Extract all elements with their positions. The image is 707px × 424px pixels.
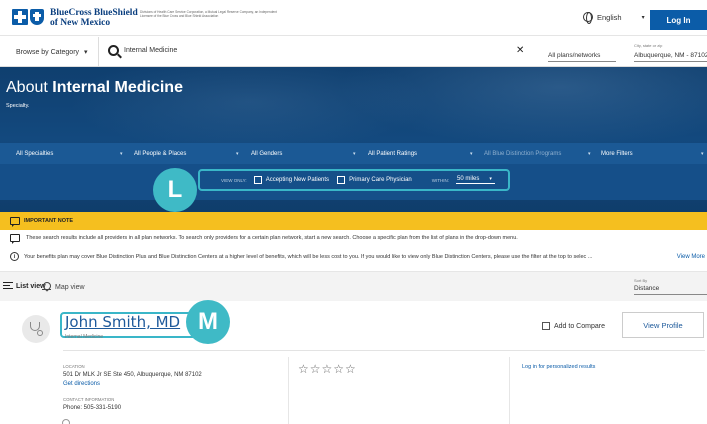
title-specialty: Internal Medicine (52, 79, 183, 96)
annotation-badge-m: M (186, 300, 230, 344)
filter-genders[interactable]: All Genders ▾ (251, 143, 363, 164)
chevron-down-icon: ▾ (84, 49, 88, 56)
partial-icon (62, 419, 70, 424)
important-note-bar: IMPORTANT NOTE (0, 212, 707, 230)
map-pin-icon (42, 282, 51, 292)
note-text-1: These search results include all provide… (26, 235, 518, 241)
brand-line-1: BlueCross BlueShield (50, 8, 138, 18)
filter-label: All Patient Ratings (368, 150, 418, 157)
contact-heading: CONTACT INFORMATION (63, 397, 115, 402)
map-view-toggle[interactable]: Map view (42, 282, 85, 292)
search-bar: Browse by Category ▾ Internal Medicine ✕… (0, 37, 707, 67)
filter-specialties[interactable]: All Specialties ▾ (16, 143, 128, 164)
list-view-toggle[interactable]: List view (3, 282, 46, 290)
column-divider (288, 357, 289, 424)
provider-specialty: Internal Medicine (65, 334, 104, 340)
list-icon (3, 282, 13, 290)
personalized-results-link[interactable]: Log in for personalized results (522, 364, 595, 370)
chevron-down-icon: ▾ (236, 150, 239, 157)
filter-label: All Specialties (16, 150, 54, 157)
filter-people-places[interactable]: All People & Places ▾ (134, 143, 246, 164)
chat-icon (10, 234, 20, 244)
note-title: IMPORTANT NOTE (24, 218, 74, 224)
distance-select[interactable]: 50 miles ▾ (456, 176, 495, 184)
brand-name[interactable]: BlueCross BlueShield of New Mexico (50, 8, 138, 28)
location-heading: LOCATION (63, 364, 85, 369)
accepting-patients-label: Accepting New Patients (265, 177, 330, 183)
globe-icon (583, 12, 593, 24)
bcbs-logo[interactable] (12, 9, 44, 25)
filter-blue-distinction[interactable]: All Blue Distinction Programs ▾ (484, 143, 596, 164)
chevron-down-icon: ▾ (641, 14, 645, 21)
avatar (22, 315, 50, 343)
filter-patient-ratings[interactable]: All Patient Ratings ▾ (368, 143, 480, 164)
sort-by-select[interactable]: Distance (634, 285, 707, 295)
chat-icon (10, 217, 20, 227)
primary-care-checkbox[interactable] (337, 176, 346, 184)
brand-line-2: of New Mexico (50, 18, 111, 28)
login-button[interactable]: Log In (650, 10, 707, 30)
view-more-link[interactable]: View More (672, 254, 705, 260)
column-divider (509, 357, 510, 424)
browse-label: Browse by Category (16, 48, 80, 56)
sort-by-label: Sort By (634, 278, 648, 283)
page-title: About Internal Medicine (6, 79, 183, 97)
filter-bar: All Specialties ▾ All People & Places ▾ Al… (0, 143, 707, 164)
card-divider (63, 350, 705, 351)
view-only-highlight: VIEW ONLY: Accepting New Patients Primar… (198, 169, 510, 191)
title-prefix: About (6, 79, 53, 96)
language-label: English (597, 12, 622, 22)
note-line-2: i Your benefits plan may cover Blue Dist… (10, 252, 707, 261)
provider-name-link[interactable]: John Smith, MD (65, 313, 180, 331)
chevron-down-icon: ▾ (353, 150, 356, 157)
page-subtitle: Specialty. (6, 103, 30, 109)
brand-tagline: Divisions of Health Care Service Corpora… (140, 10, 277, 18)
plans-networks-select[interactable]: All plans/networks (548, 52, 616, 62)
add-to-compare[interactable]: Add to Compare (542, 322, 605, 330)
chevron-down-icon: ▾ (470, 150, 473, 157)
view-toggle-bar: List view Map view Sort By Distance (0, 271, 707, 301)
chevron-down-icon: ▾ (588, 150, 591, 157)
compare-checkbox[interactable] (542, 322, 550, 330)
stethoscope-icon (29, 322, 43, 336)
chevron-down-icon: ▾ (489, 176, 492, 182)
filter-label: All Genders (251, 150, 283, 157)
search-input[interactable]: Internal Medicine (124, 47, 177, 54)
primary-care-label: Primary Care Physician (349, 177, 412, 183)
filter-more[interactable]: More Filters ▾ (601, 143, 707, 164)
language-selector[interactable]: English ▾ (583, 12, 645, 24)
view-only-bar: VIEW ONLY: Accepting New Patients Primar… (0, 164, 707, 200)
clear-search-icon[interactable]: ✕ (516, 45, 524, 56)
location-label: City, state or zip (634, 43, 663, 48)
filter-label: All Blue Distinction Programs (484, 150, 562, 157)
view-only-label: VIEW ONLY: (221, 177, 247, 183)
map-view-label: Map view (55, 283, 85, 291)
within-label: WITHIN: (431, 177, 449, 183)
filter-label: More Filters (601, 150, 633, 157)
note-text-2: Your benefits plan may cover Blue Distin… (24, 253, 593, 260)
cross-icon (12, 9, 28, 25)
accepting-patients-checkbox[interactable] (253, 176, 262, 184)
rating-stars: ☆☆☆☆☆ (298, 362, 357, 376)
annotation-badge-l: L (153, 168, 197, 212)
distance-value: 50 miles (457, 176, 480, 182)
provider-address: 501 Dr MLK Jr SE Ste 450, Albuquerque, N… (63, 372, 202, 378)
compare-label: Add to Compare (554, 322, 605, 330)
top-header: BlueCross BlueShield of New Mexico Divis… (0, 0, 707, 36)
info-icon: i (10, 252, 19, 261)
note-line-1: These search results include all provide… (10, 234, 518, 244)
shield-icon (30, 9, 44, 25)
provider-phone: Phone: 505-331-5190 (63, 405, 122, 411)
browse-category-dropdown[interactable]: Browse by Category ▾ (0, 37, 99, 67)
get-directions-link[interactable]: Get directions (63, 381, 100, 387)
provider-card: John Smith, MD Internal Medicine Add to … (0, 301, 707, 424)
location-input[interactable]: Albuquerque, NM - 87102 (634, 52, 707, 62)
chevron-down-icon: ▾ (120, 150, 123, 157)
view-profile-button[interactable]: View Profile (622, 312, 704, 338)
search-icon[interactable] (108, 45, 119, 56)
filter-label: All People & Places (134, 150, 187, 157)
chevron-down-icon: ▾ (701, 150, 704, 157)
